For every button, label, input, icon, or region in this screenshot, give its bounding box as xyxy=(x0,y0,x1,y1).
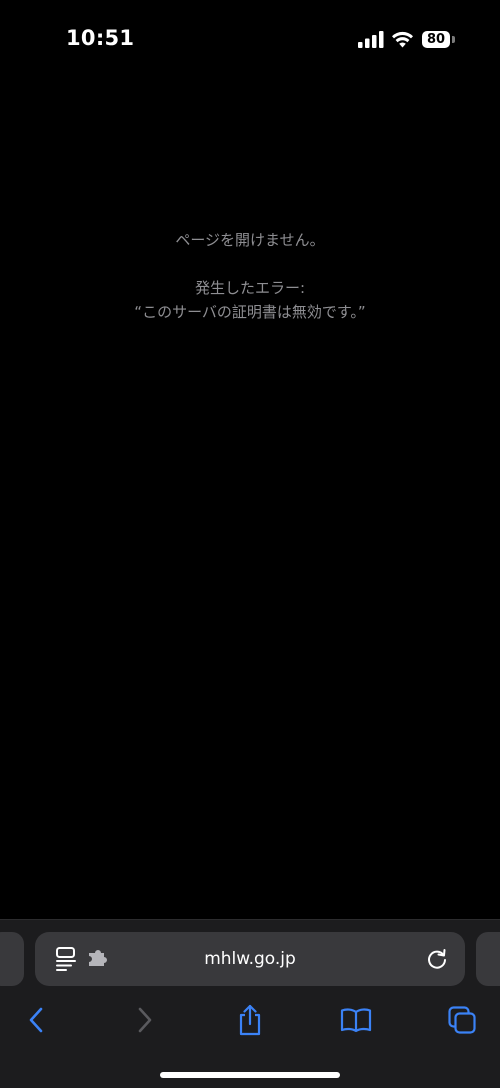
previous-tab-preview[interactable] xyxy=(0,932,24,986)
next-tab-preview[interactable] xyxy=(476,932,500,986)
battery-cap xyxy=(452,36,455,43)
share-icon xyxy=(239,1004,261,1036)
error-title: ページを開けません。 xyxy=(175,231,325,249)
tabs-button[interactable] xyxy=(440,998,484,1042)
page-settings-icon[interactable] xyxy=(55,946,77,972)
wifi-icon xyxy=(392,31,413,48)
battery-level: 80 xyxy=(422,31,450,48)
reload-icon[interactable] xyxy=(426,948,448,970)
battery-indicator: 80 xyxy=(422,31,456,48)
navigation-row xyxy=(0,998,500,1042)
status-bar: 10:51 80 xyxy=(0,0,500,80)
status-time: 10:51 xyxy=(66,26,135,50)
back-chevron-icon xyxy=(29,1007,43,1033)
error-message-block: ページを開けません。 発生したエラー: “このサーバの証明書は無効です。” xyxy=(0,228,500,324)
cellular-signal-icon xyxy=(358,31,384,48)
share-button[interactable] xyxy=(228,998,272,1042)
forward-button[interactable] xyxy=(123,998,167,1042)
address-bar[interactable]: mhlw.go.jp xyxy=(35,932,465,986)
back-button[interactable] xyxy=(14,998,58,1042)
home-indicator[interactable] xyxy=(160,1072,340,1078)
bookmarks-button[interactable] xyxy=(334,998,378,1042)
error-label: 発生したエラー: xyxy=(194,279,306,297)
extension-icon[interactable] xyxy=(87,950,111,968)
tabs-icon xyxy=(448,1006,476,1034)
browser-toolbar: mhlw.go.jp xyxy=(0,919,500,1088)
forward-chevron-icon xyxy=(138,1007,152,1033)
bookmarks-icon xyxy=(340,1008,372,1033)
error-message: “このサーバの証明書は無効です。” xyxy=(134,303,366,321)
url-text[interactable]: mhlw.go.jp xyxy=(135,932,365,986)
